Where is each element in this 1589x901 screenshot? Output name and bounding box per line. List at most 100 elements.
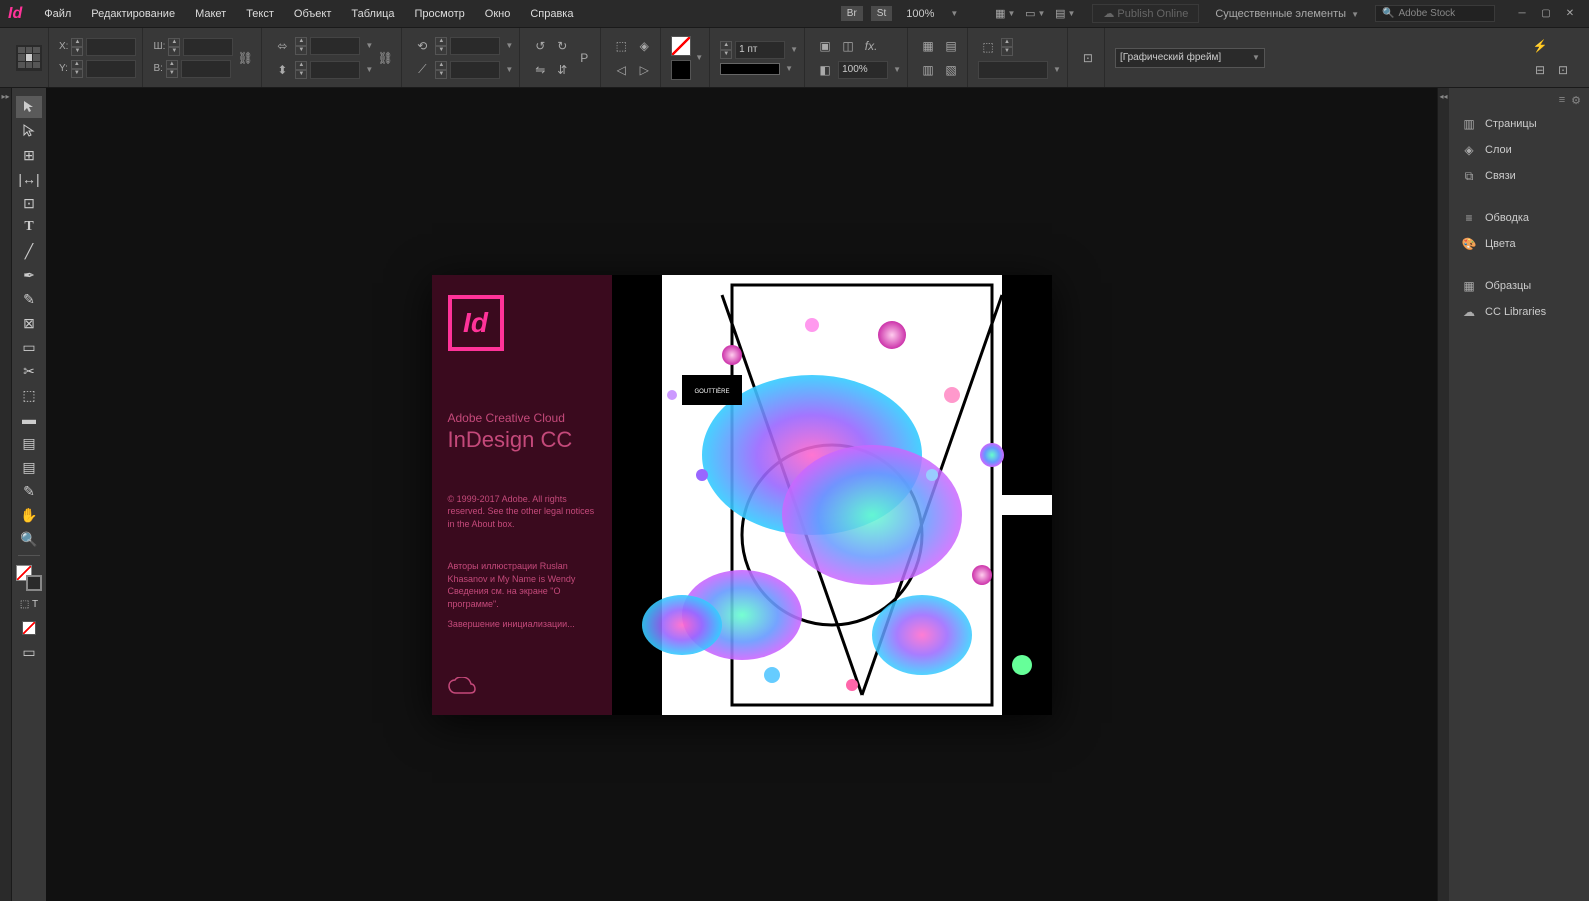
minimize-button[interactable]: ─: [1511, 5, 1533, 23]
maximize-button[interactable]: ▢: [1535, 5, 1557, 23]
gradient-feather-tool[interactable]: ▤: [16, 432, 42, 454]
default-fill-stroke-icon[interactable]: ⬚ T: [16, 593, 42, 615]
pencil-tool[interactable]: ✎: [16, 288, 42, 310]
link-scale-icon[interactable]: ⛓: [375, 48, 395, 68]
quick-apply-icon[interactable]: ⚡: [1530, 36, 1550, 56]
y-stepper[interactable]: ▲▼: [71, 60, 83, 78]
stroke-weight-stepper[interactable]: ▲▼: [720, 41, 732, 59]
y-input[interactable]: [86, 60, 136, 78]
auto-fit-icon[interactable]: ▣: [815, 36, 835, 56]
x-stepper[interactable]: ▲▼: [71, 38, 83, 56]
fit-content-icon[interactable]: ◫: [838, 36, 858, 56]
wrap-jump-icon[interactable]: ▧: [941, 60, 961, 80]
swatch-caret[interactable]: ▼: [695, 53, 703, 62]
panels-collapse-strip[interactable]: ◂◂: [1437, 88, 1449, 901]
reference-point-selector[interactable]: [16, 45, 42, 71]
panel-menu-icon[interactable]: ≡: [1559, 94, 1565, 107]
menu-table[interactable]: Таблица: [341, 4, 404, 24]
zoom-tool[interactable]: 🔍: [16, 528, 42, 550]
shear-stepper[interactable]: ▲▼: [435, 61, 447, 79]
menu-edit[interactable]: Редактирование: [81, 4, 185, 24]
workspace-dropdown[interactable]: Существенные элементы ▼: [1207, 6, 1367, 22]
page-tool[interactable]: ⊞: [16, 144, 42, 166]
panel-pages[interactable]: ▥ Страницы: [1449, 111, 1589, 137]
view-mode-icon[interactable]: ▭: [16, 641, 42, 663]
menu-window[interactable]: Окно: [475, 4, 521, 24]
corner-input[interactable]: [978, 61, 1048, 79]
stroke-color-swatch[interactable]: [26, 575, 42, 591]
stroke-style-dropdown[interactable]: [720, 63, 780, 75]
fx-icon[interactable]: fx.: [861, 36, 881, 56]
menu-object[interactable]: Объект: [284, 4, 341, 24]
screen-mode-icon[interactable]: ▭▼: [1024, 3, 1046, 25]
rotate-ccw-icon[interactable]: ↺: [530, 36, 550, 56]
rectangle-frame-tool[interactable]: ⊠: [16, 312, 42, 334]
wrap-none-icon[interactable]: ▦: [918, 36, 938, 56]
type-tool[interactable]: T: [16, 216, 42, 238]
menu-view[interactable]: Просмотр: [405, 4, 475, 24]
link-wh-icon[interactable]: ⛓: [235, 48, 255, 68]
content-collector-tool[interactable]: ⊡: [16, 192, 42, 214]
panel-stroke[interactable]: ≡ Обводка: [1449, 205, 1589, 231]
panel-swatches[interactable]: ▦ Образцы: [1449, 273, 1589, 299]
wrap-shape-icon[interactable]: ▥: [918, 60, 938, 80]
toolbox-collapse-strip[interactable]: ▸▸: [0, 88, 12, 901]
pen-tool[interactable]: ✒: [16, 264, 42, 286]
h-stepper[interactable]: ▲▼: [166, 60, 178, 78]
scale-x-input[interactable]: [310, 37, 360, 55]
fill-stroke-swatches[interactable]: [16, 565, 42, 591]
align-v-icon[interactable]: ⊡: [1553, 60, 1573, 80]
panel-color[interactable]: 🎨 Цвета: [1449, 231, 1589, 257]
zoom-caret-icon[interactable]: ▼: [950, 9, 958, 18]
select-content-icon[interactable]: ◈: [634, 36, 654, 56]
flip-v-icon[interactable]: ⇵: [552, 60, 572, 80]
corner-stepper[interactable]: ▲▼: [1001, 38, 1013, 56]
corner-options-icon[interactable]: ⬚: [978, 37, 998, 57]
fitting-icon[interactable]: ⊡: [1078, 48, 1098, 68]
free-transform-tool[interactable]: ⬚: [16, 384, 42, 406]
bridge-badge[interactable]: Br: [841, 6, 863, 21]
note-tool[interactable]: ▤: [16, 456, 42, 478]
line-tool[interactable]: ╱: [16, 240, 42, 262]
menu-layout[interactable]: Макет: [185, 4, 236, 24]
opacity-input[interactable]: [838, 61, 888, 79]
select-container-icon[interactable]: ⬚: [611, 36, 631, 56]
wrap-around-icon[interactable]: ▤: [941, 36, 961, 56]
rectangle-tool[interactable]: ▭: [16, 336, 42, 358]
w-input[interactable]: [183, 38, 233, 56]
panel-links[interactable]: ⧉ Связи: [1449, 163, 1589, 189]
rotate-stepper[interactable]: ▲▼: [435, 37, 447, 55]
scissors-tool[interactable]: ✂: [16, 360, 42, 382]
hand-tool[interactable]: ✋: [16, 504, 42, 526]
h-input[interactable]: [181, 60, 231, 78]
stroke-swatch[interactable]: [671, 60, 691, 80]
panel-cc-libraries[interactable]: ☁ CC Libraries: [1449, 299, 1589, 325]
gradient-swatch-tool[interactable]: ▬: [16, 408, 42, 430]
next-object-icon[interactable]: ▷: [634, 60, 654, 80]
stroke-weight-input[interactable]: [735, 41, 785, 59]
x-input[interactable]: [86, 38, 136, 56]
flip-h-icon[interactable]: ⇋: [530, 60, 550, 80]
arrange-icon[interactable]: ▤▼: [1054, 3, 1076, 25]
scale-y-stepper[interactable]: ▲▼: [295, 61, 307, 79]
stock-badge[interactable]: St: [871, 6, 892, 21]
publish-online-button[interactable]: ☁ Publish Online: [1092, 4, 1199, 23]
menu-help[interactable]: Справка: [520, 4, 583, 24]
w-stepper[interactable]: ▲▼: [168, 38, 180, 56]
fill-swatch[interactable]: [671, 36, 691, 56]
search-input[interactable]: 🔍 Adobe Stock: [1375, 5, 1495, 22]
shear-input[interactable]: [450, 61, 500, 79]
rotate-input[interactable]: [450, 37, 500, 55]
apply-none-icon[interactable]: [16, 617, 42, 639]
eyedropper-tool[interactable]: ✎: [16, 480, 42, 502]
object-style-dropdown[interactable]: [Графический фрейм] ▼: [1115, 48, 1265, 68]
rotate-cw-icon[interactable]: ↻: [552, 36, 572, 56]
scale-y-input[interactable]: [310, 61, 360, 79]
gap-tool[interactable]: |↔|: [16, 168, 42, 190]
panel-layers[interactable]: ◈ Слои: [1449, 137, 1589, 163]
scale-x-stepper[interactable]: ▲▼: [295, 37, 307, 55]
zoom-level[interactable]: 100%: [900, 6, 940, 22]
direct-selection-tool[interactable]: [16, 120, 42, 142]
selection-tool[interactable]: [16, 96, 42, 118]
prev-object-icon[interactable]: ◁: [611, 60, 631, 80]
